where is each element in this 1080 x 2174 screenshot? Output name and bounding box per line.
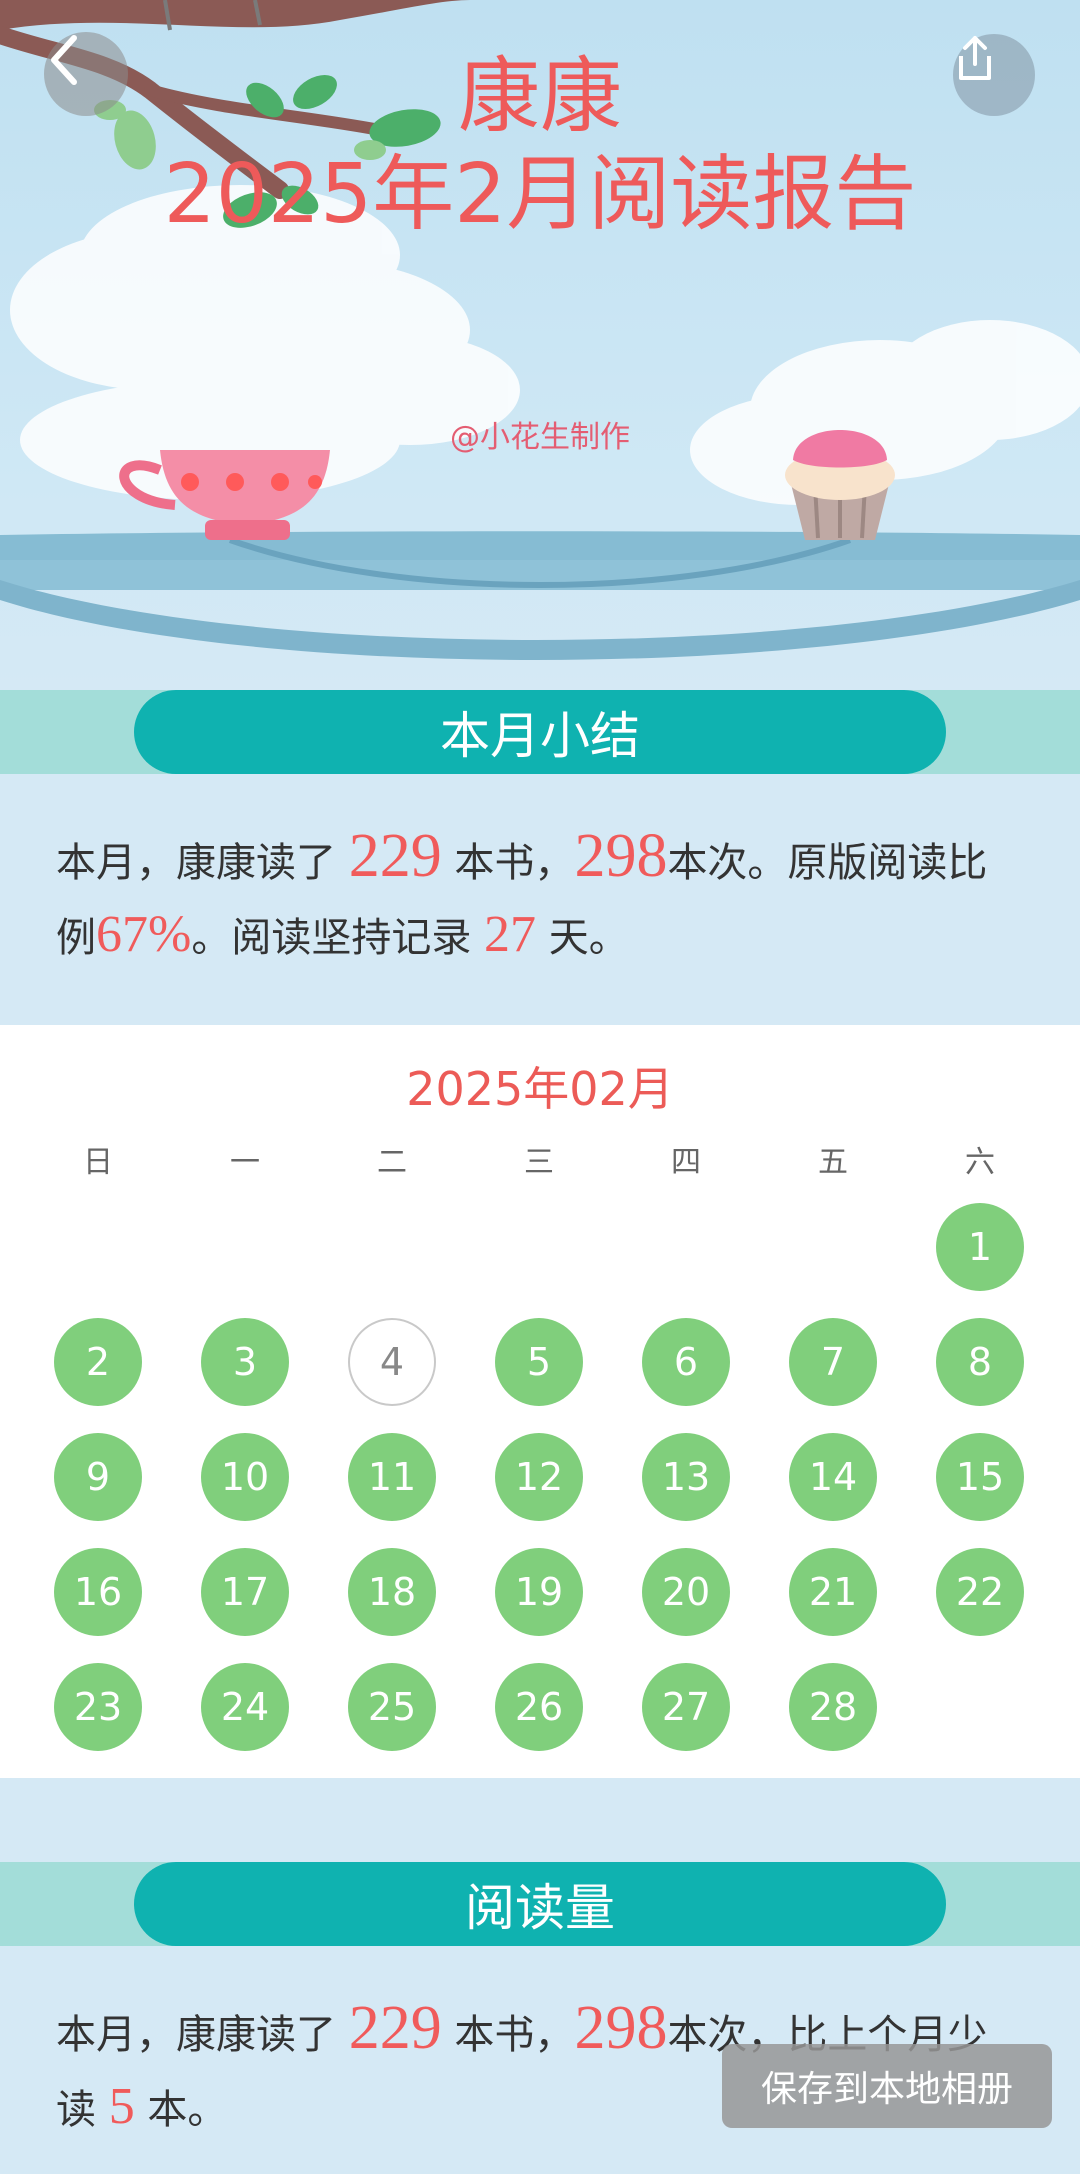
weekday-label: 一 — [230, 1145, 260, 1180]
summary-section-header: 本月小结 — [0, 690, 1080, 774]
report-title-period: 2025年2月阅读报告 — [163, 147, 917, 242]
calendar-day-read[interactable]: 23 — [54, 1663, 142, 1751]
monthly-summary-text: 本月，康康读了 229 本书，298本次。原版阅读比例67%。阅读坚持记录 27… — [56, 820, 1026, 974]
calendar-day-read[interactable]: 11 — [348, 1433, 436, 1521]
summary-text-4: 。阅读坚持记录 — [191, 915, 485, 961]
calendar-day-read[interactable]: 27 — [642, 1663, 730, 1751]
weekday-label: 二 — [377, 1145, 407, 1180]
calendar-day-read[interactable]: 12 — [495, 1433, 583, 1521]
summary-text-1: 本月，康康读了 — [56, 840, 349, 886]
volume-text-1: 本月，康康读了 — [56, 2012, 349, 2058]
weekday-label: 四 — [671, 1145, 701, 1180]
summary-original-ratio: 67% — [96, 906, 192, 963]
calendar-day-read[interactable]: 8 — [936, 1318, 1024, 1406]
weekday-label: 五 — [818, 1145, 848, 1180]
calendar-day-read[interactable]: 24 — [201, 1663, 289, 1751]
summary-text-2: 本书， — [441, 840, 575, 886]
summary-text-5: 天。 — [536, 915, 629, 961]
volume-fewer-count: 5 — [108, 2078, 135, 2135]
calendar-day-read[interactable]: 19 — [495, 1548, 583, 1636]
calendar-day-read[interactable]: 16 — [54, 1548, 142, 1636]
summary-heading: 本月小结 — [134, 690, 946, 774]
calendar-day-read[interactable]: 22 — [936, 1548, 1024, 1636]
calendar-day-unread[interactable]: 4 — [348, 1318, 436, 1406]
weekday-label: 六 — [965, 1145, 995, 1180]
reading-calendar: 2025年02月 日一二三四五六 1 2 3 4 5 6 7 8 9 10 11 12 13 14 15 16… — [0, 1025, 1080, 1778]
hero-banner: 康康 2025年2月阅读报告 @小花生制作 — [0, 0, 1080, 690]
calendar-day-read[interactable]: 25 — [348, 1663, 436, 1751]
calendar-day-read[interactable]: 26 — [495, 1663, 583, 1751]
volume-text-2: 本书， — [441, 2012, 575, 2058]
calendar-day-read[interactable]: 14 — [789, 1433, 877, 1521]
volume-times-count: 298 — [574, 1994, 668, 2062]
calendar-day-read[interactable]: 17 — [201, 1548, 289, 1636]
calendar-day-read[interactable]: 3 — [201, 1318, 289, 1406]
calendar-day-read[interactable]: 6 — [642, 1318, 730, 1406]
summary-books-count: 229 — [348, 822, 442, 890]
volume-section-header: 阅读量 — [0, 1862, 1080, 1946]
calendar-month-title: 2025年02月 — [406, 1062, 674, 1116]
weekday-label: 三 — [524, 1145, 554, 1180]
summary-days-count: 27 — [484, 906, 537, 963]
report-title-name: 康康 — [457, 49, 622, 144]
volume-books-count: 229 — [348, 1994, 442, 2062]
calendar-day-read[interactable]: 1 — [936, 1203, 1024, 1291]
calendar-day-read[interactable]: 2 — [54, 1318, 142, 1406]
save-to-album-button[interactable]: 保存到本地相册 — [722, 2044, 1052, 2128]
calendar-day-read[interactable]: 5 — [495, 1318, 583, 1406]
credit-text: @小花生制作 — [450, 420, 630, 455]
calendar-day-read[interactable]: 28 — [789, 1663, 877, 1751]
calendar-day-read[interactable]: 18 — [348, 1548, 436, 1636]
weekday-label: 日 — [83, 1145, 113, 1180]
report-title: 康康 2025年2月阅读报告 — [0, 48, 1080, 244]
calendar-day-read[interactable]: 7 — [789, 1318, 877, 1406]
volume-heading: 阅读量 — [134, 1862, 946, 1946]
calendar-day-read[interactable]: 15 — [936, 1433, 1024, 1521]
volume-text-4: 本。 — [134, 2087, 228, 2133]
calendar-day-read[interactable]: 13 — [642, 1433, 730, 1521]
calendar-day-read[interactable]: 9 — [54, 1433, 142, 1521]
summary-times-count: 298 — [574, 822, 668, 890]
calendar-day-read[interactable]: 21 — [789, 1548, 877, 1636]
calendar-day-read[interactable]: 20 — [642, 1548, 730, 1636]
calendar-day-read[interactable]: 10 — [201, 1433, 289, 1521]
